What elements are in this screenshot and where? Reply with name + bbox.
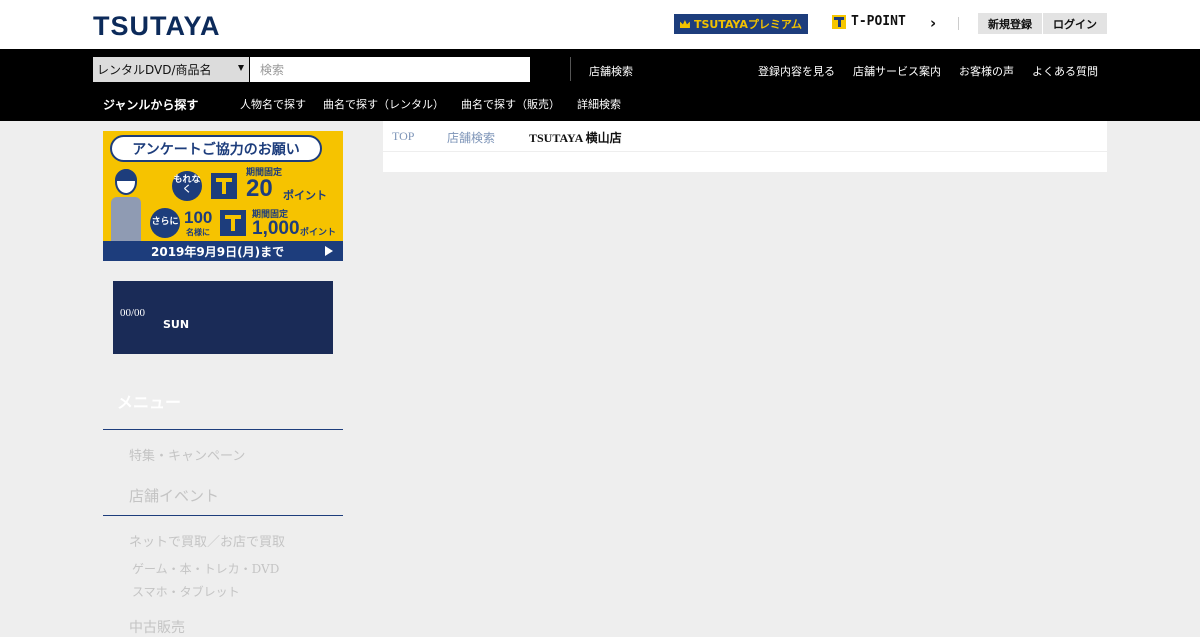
main-nav: レンタルDVD/商品名 店舗検索 登録内容を見る 店舗サービス案内 お客様の声 … xyxy=(0,49,1200,121)
category-select-value: レンタルDVD/商品名 xyxy=(97,63,212,77)
banner-count-100: 100 xyxy=(184,208,213,227)
menu-divider-2 xyxy=(103,515,343,516)
banner-count-unit: 名様に xyxy=(186,228,210,237)
breadcrumb-divider xyxy=(383,151,1107,152)
tpoint-link[interactable]: T-POINT xyxy=(832,14,906,29)
menu-item-store-events[interactable]: 店舗イベント xyxy=(129,485,219,506)
nav-link-store-services[interactable]: 店舗サービス案内 xyxy=(853,63,941,79)
banner-points-20: 20 xyxy=(246,175,273,202)
chevron-right-icon[interactable]: › xyxy=(930,14,936,32)
tsutaya-logo[interactable]: TSUTAYA xyxy=(93,11,221,42)
staff-illustration xyxy=(111,169,141,241)
tpoint-badge-icon-2 xyxy=(220,210,246,236)
banner-deadline-text: 2019年9月9日(月)まで xyxy=(151,244,285,259)
search-by-person-link[interactable]: 人物名で探す xyxy=(240,96,306,112)
calendar-date-box: 00/00 SUN xyxy=(113,281,333,354)
banner-title: アンケートご協力のお願い xyxy=(110,135,322,162)
menu-item-campaign[interactable]: 特集・キャンペーン xyxy=(129,445,245,464)
banner-tag-all: もれなく xyxy=(172,171,202,201)
banner-points-unit-2: ポイント xyxy=(300,228,337,238)
nav-link-faq[interactable]: よくある質問 xyxy=(1032,63,1098,79)
search-input[interactable] xyxy=(250,57,530,82)
tpoint-label: T-POINT xyxy=(851,14,906,29)
menu-divider xyxy=(103,429,343,430)
nav-divider xyxy=(570,57,571,81)
banner-points-1000: 1,000 xyxy=(252,218,300,239)
menu-item-buyback[interactable]: ネットで買取／お店で買取 xyxy=(129,531,285,550)
genre-search-link[interactable]: ジャンルから探す xyxy=(103,96,198,113)
calendar-date: 00/00 xyxy=(120,307,146,319)
breadcrumb-top[interactable]: TOP xyxy=(392,129,414,144)
play-arrow-icon xyxy=(325,246,333,256)
menu-title: メニュー xyxy=(117,393,182,412)
header-divider xyxy=(958,17,959,30)
breadcrumb-store-search[interactable]: 店舗検索 xyxy=(447,129,495,146)
signup-button[interactable]: 新規登録 xyxy=(978,13,1042,34)
nav-link-customer-voice[interactable]: お客様の声 xyxy=(959,63,1014,79)
banner-deadline: 2019年9月9日(月)まで xyxy=(103,241,343,261)
menu-item-used-sales[interactable]: 中古販売 xyxy=(129,617,185,637)
survey-banner[interactable]: アンケートご協力のお願い もれなく 期間固定 20 ポイント さらに 100 名… xyxy=(103,131,343,261)
banner-points-unit-1: ポイント xyxy=(283,189,327,202)
advanced-search-link[interactable]: 詳細検索 xyxy=(577,96,621,112)
premium-label: TSUTAYAプレミアム xyxy=(693,18,803,31)
tpoint-badge-icon xyxy=(211,173,237,199)
breadcrumb-current-store: TSUTAYA 横山店 xyxy=(529,131,622,145)
menu-item-games-books[interactable]: ゲーム・本・トレカ・DVD xyxy=(132,560,279,577)
main-content: TOP 店舗検索 TSUTAYA 横山店 xyxy=(383,121,1107,172)
search-by-song-sale-link[interactable]: 曲名で探す（販売） xyxy=(461,96,560,112)
menu-item-smartphones[interactable]: スマホ・タブレット xyxy=(132,583,240,600)
tpoint-logo-icon xyxy=(832,14,846,29)
dropdown-arrow-icon xyxy=(238,65,244,71)
calendar-weekday: SUN xyxy=(163,318,190,331)
category-select[interactable]: レンタルDVD/商品名 xyxy=(93,57,249,82)
crown-icon xyxy=(679,20,690,28)
top-header: TSUTAYA TSUTAYAプレミアム T-POINT › 新規登録 ログイン xyxy=(0,0,1200,49)
tsutaya-premium-button[interactable]: TSUTAYAプレミアム xyxy=(674,14,808,34)
login-button[interactable]: ログイン xyxy=(1043,13,1107,34)
banner-tag-extra: さらに xyxy=(150,208,180,238)
store-search-link[interactable]: 店舗検索 xyxy=(589,63,633,79)
nav-link-registration[interactable]: 登録内容を見る xyxy=(758,63,835,79)
search-by-song-rental-link[interactable]: 曲名で探す（レンタル） xyxy=(323,96,444,112)
